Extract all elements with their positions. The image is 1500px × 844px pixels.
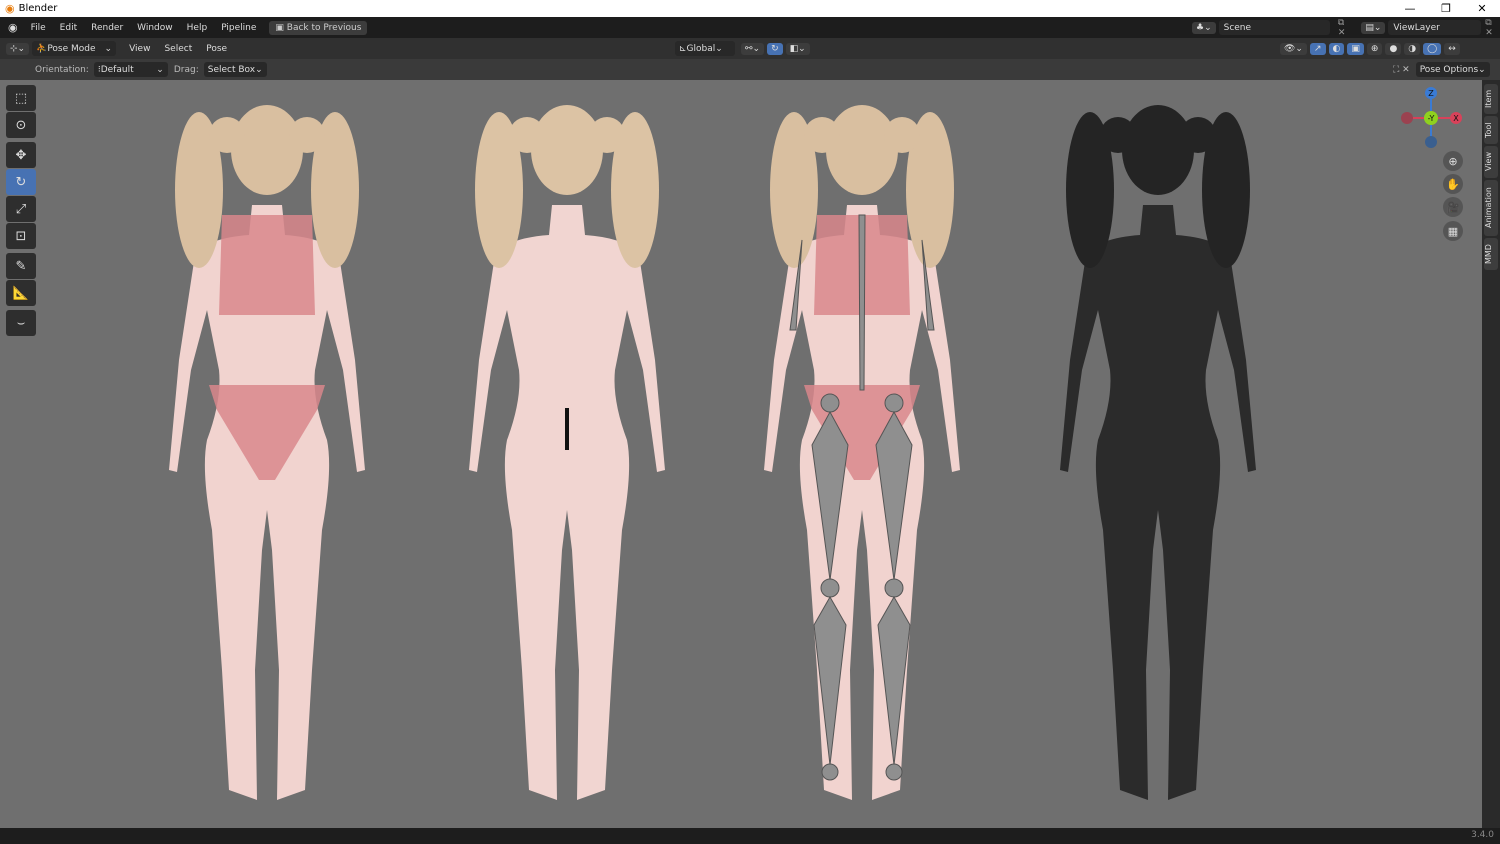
- character-textured: [169, 105, 365, 800]
- menu-file[interactable]: File: [24, 23, 53, 33]
- perspective-grid-icon[interactable]: ▦: [1443, 221, 1463, 241]
- menu-view[interactable]: View: [122, 44, 157, 54]
- orientation-dropdown[interactable]: ⁝ Default ⌄: [93, 62, 168, 77]
- svg-text:-Y: -Y: [1428, 114, 1435, 123]
- mirror-icon[interactable]: ⛶ ✕: [1393, 65, 1410, 75]
- measure-icon[interactable]: 📐: [6, 280, 36, 306]
- new-view-layer-icon[interactable]: ⧉ ✕: [1485, 18, 1500, 38]
- scale-icon[interactable]: ⤢: [6, 196, 36, 222]
- drag-dropdown[interactable]: Select Box ⌄: [203, 62, 267, 77]
- menu-help[interactable]: Help: [180, 23, 215, 33]
- window-titlebar: ◉ Blender — ❐ ✕: [0, 0, 1500, 17]
- orientation-label: Orientation:: [35, 64, 89, 75]
- character-body: [469, 105, 665, 800]
- view-layer-icon[interactable]: ▤⌄: [1361, 21, 1386, 34]
- navigation-gizmo[interactable]: Z -Y X: [1401, 87, 1462, 148]
- close-button[interactable]: ✕: [1464, 0, 1500, 17]
- overlay-toggle-icon[interactable]: ◐: [1328, 42, 1345, 55]
- axes-icon: ⊾: [679, 43, 687, 54]
- tab-tool[interactable]: Tool: [1484, 116, 1498, 144]
- menu-pipeline[interactable]: Pipeline: [214, 23, 263, 33]
- annotate-icon[interactable]: ✎: [6, 253, 36, 279]
- menu-pose[interactable]: Pose: [199, 44, 234, 54]
- shading-material-icon[interactable]: ◑: [1404, 42, 1421, 55]
- screen-icon: ▣: [275, 22, 287, 33]
- menu-edit[interactable]: Edit: [53, 23, 84, 33]
- minimize-button[interactable]: —: [1392, 0, 1428, 17]
- editor-type-icon[interactable]: ⊹⌄: [6, 42, 30, 55]
- svg-text:X: X: [1453, 114, 1459, 123]
- 3d-viewport[interactable]: Z -Y X: [0, 80, 1482, 828]
- rotate-icon[interactable]: ↻: [6, 169, 36, 195]
- sidebar-toggle-icon[interactable]: ↔: [1444, 42, 1460, 55]
- scene-selector[interactable]: Scene: [1218, 20, 1330, 35]
- menu-render[interactable]: Render: [84, 23, 130, 33]
- pose-options-dropdown[interactable]: Pose Options ⌄: [1415, 62, 1490, 77]
- tab-mmd[interactable]: MMD: [1484, 238, 1498, 270]
- blender-logo-icon: ◉: [5, 2, 15, 15]
- select-box-icon[interactable]: ⬚: [6, 85, 36, 111]
- tool-settings-bar: Orientation: ⁝ Default ⌄ Drag: Select Box…: [0, 59, 1500, 80]
- gizmo-toggle-icon[interactable]: ↗: [1309, 42, 1326, 55]
- shading-rendered-icon[interactable]: ◯: [1423, 42, 1442, 55]
- character-wireframe: [1060, 105, 1256, 800]
- zoom-icon[interactable]: ⊕: [1443, 151, 1463, 171]
- proportional-icon[interactable]: ◧⌄: [785, 42, 810, 55]
- pivot-icon[interactable]: ⚯⌄: [741, 42, 765, 55]
- scene-icon[interactable]: ♣⌄: [1192, 21, 1216, 34]
- view-layer-selector[interactable]: ViewLayer: [1388, 20, 1482, 35]
- window-title: Blender: [18, 3, 58, 14]
- tab-view[interactable]: View: [1484, 146, 1498, 178]
- xray-toggle-icon[interactable]: ▣: [1347, 42, 1364, 55]
- tab-item[interactable]: Item: [1484, 84, 1498, 114]
- top-bar: ◉ File Edit Render Window Help Pipeline …: [0, 17, 1500, 38]
- viewport-scene: Z -Y X: [169, 87, 1462, 800]
- blender-menu-icon[interactable]: ◉: [8, 21, 18, 34]
- transform-icon[interactable]: ⊡: [6, 223, 36, 249]
- viewport-header: ⊹⌄ ⛹ Pose Mode ⌄ View Select Pose ⊾ Globa…: [0, 38, 1500, 59]
- back-to-previous-button[interactable]: ▣ Back to Previous: [269, 20, 368, 35]
- shading-solid-icon[interactable]: ●: [1385, 42, 1402, 55]
- visibility-icon[interactable]: 👁⌄: [1280, 42, 1307, 55]
- camera-icon[interactable]: 🎥: [1443, 197, 1463, 217]
- pan-hand-icon[interactable]: ✋: [1443, 174, 1463, 194]
- sidebar-tabs: Item Tool View Animation MMD: [1482, 80, 1500, 828]
- snap-icon[interactable]: ↻: [767, 42, 783, 55]
- transform-orientation-dropdown[interactable]: ⊾ Global ⌄: [675, 41, 735, 56]
- maximize-button[interactable]: ❐: [1428, 0, 1464, 17]
- menu-window[interactable]: Window: [130, 23, 180, 33]
- relax-pose-icon[interactable]: ⌣: [6, 310, 36, 336]
- version-label: 3.4.0: [1471, 830, 1494, 840]
- svg-text:Z: Z: [1428, 89, 1434, 98]
- shading-wireframe-icon[interactable]: ⊕: [1366, 42, 1383, 55]
- move-icon[interactable]: ✥: [6, 142, 36, 168]
- tab-animation[interactable]: Animation: [1484, 180, 1498, 236]
- new-scene-icon[interactable]: ⧉ ✕: [1338, 18, 1353, 38]
- character-armature: [764, 105, 960, 800]
- tool-shelf: ⬚ ⊙ ✥ ↻ ⤢ ⊡ ✎ 📐 ⌣: [6, 85, 37, 337]
- menu-select[interactable]: Select: [157, 44, 199, 54]
- pose-icon: ⛹: [36, 43, 48, 54]
- cursor-icon[interactable]: ⊙: [6, 112, 36, 138]
- drag-label: Drag:: [173, 64, 199, 75]
- status-bar: 3.4.0: [0, 828, 1500, 844]
- mode-selector[interactable]: ⛹ Pose Mode ⌄: [32, 41, 117, 56]
